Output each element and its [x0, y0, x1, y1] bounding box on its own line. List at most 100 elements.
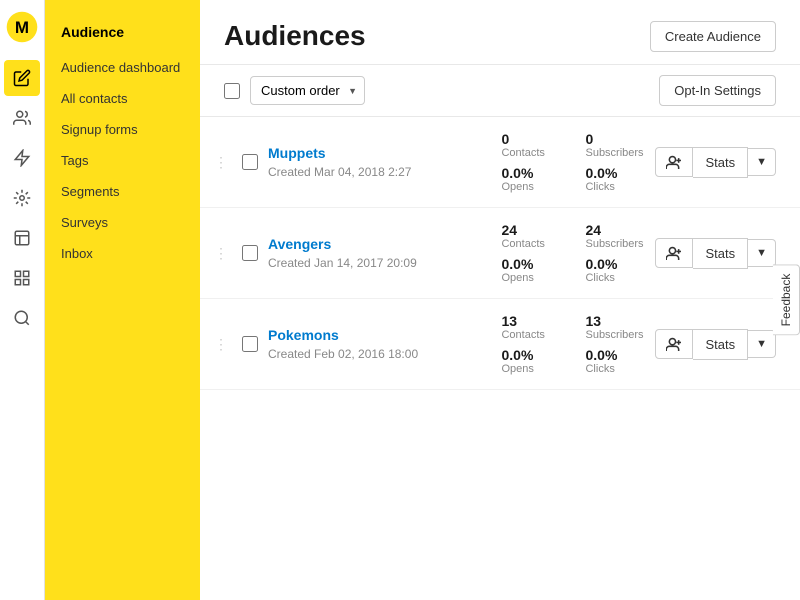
contacts-block-muppets: 0 Contacts 0.0% Opens [501, 131, 561, 193]
clicks-value: 0.0% [585, 165, 645, 181]
clicks-label: Clicks [585, 272, 645, 284]
feedback-tab[interactable]: Feedback [773, 265, 800, 336]
nav-title: Audience [45, 16, 200, 52]
nav-item-segments[interactable]: Segments [45, 176, 200, 207]
row-actions-muppets: Stats ▼ [655, 147, 776, 178]
audience-name-muppets[interactable]: Muppets [268, 145, 326, 161]
contacts-block-avengers: 24 Contacts 0.0% Opens [501, 222, 561, 284]
add-contact-button-avengers[interactable] [655, 238, 693, 268]
subscribers-stat: 13 Subscribers [585, 313, 645, 341]
nav-panel: Audience Audience dashboard All contacts… [45, 0, 200, 600]
audience-date-muppets: Created Mar 04, 2018 2:27 [268, 165, 475, 179]
clicks-stat: 0.0% Clicks [585, 165, 645, 193]
order-select[interactable]: Custom order [250, 76, 365, 105]
contacts-stat: 24 Contacts [501, 222, 561, 250]
opens-stat: 0.0% Opens [501, 256, 561, 284]
clicks-stat: 0.0% Clicks [585, 347, 645, 375]
audience-name-pokemons[interactable]: Pokemons [268, 327, 339, 343]
subscribers-label: Subscribers [585, 329, 645, 341]
add-contact-button-muppets[interactable] [655, 147, 693, 177]
stats-button-pokemons[interactable]: Stats [693, 329, 748, 360]
opens-stat: 0.0% Opens [501, 165, 561, 193]
subscribers-value: 24 [585, 222, 645, 238]
subscribers-block-muppets: 0 Subscribers 0.0% Clicks [585, 131, 645, 193]
stats-dropdown-muppets[interactable]: ▼ [748, 148, 776, 176]
nav-item-tags[interactable]: Tags [45, 145, 200, 176]
edit-icon[interactable] [4, 60, 40, 96]
opens-label: Opens [501, 181, 561, 193]
row-actions-avengers: Stats ▼ [655, 238, 776, 269]
audience-row: ⋮ Muppets Created Mar 04, 2018 2:27 0 Co… [200, 117, 800, 208]
add-contact-button-pokemons[interactable] [655, 329, 693, 359]
campaigns-icon[interactable] [4, 140, 40, 176]
opens-value: 0.0% [501, 256, 561, 272]
contacts-label: Contacts [501, 147, 561, 159]
row-info-pokemons: Pokemons Created Feb 02, 2016 18:00 [268, 327, 475, 361]
audience-row: ⋮ Pokemons Created Feb 02, 2016 18:00 13… [200, 299, 800, 390]
create-audience-button[interactable]: Create Audience [650, 21, 776, 52]
subscribers-stat: 0 Subscribers [585, 131, 645, 159]
stats-dropdown-pokemons[interactable]: ▼ [748, 330, 776, 358]
row-info-muppets: Muppets Created Mar 04, 2018 2:27 [268, 145, 475, 179]
row-info-avengers: Avengers Created Jan 14, 2017 20:09 [268, 236, 475, 270]
clicks-label: Clicks [585, 181, 645, 193]
opens-value: 0.0% [501, 347, 561, 363]
drag-handle[interactable]: ⋮ [210, 154, 232, 171]
nav-item-contacts[interactable]: All contacts [45, 83, 200, 114]
integrations-icon[interactable] [4, 260, 40, 296]
audience-name-avengers[interactable]: Avengers [268, 236, 331, 252]
toolbar-left: Custom order [224, 76, 365, 105]
contacts-icon[interactable] [4, 100, 40, 136]
row-checkbox-pokemons[interactable] [242, 336, 258, 352]
subscribers-label: Subscribers [585, 147, 645, 159]
select-all-checkbox[interactable] [224, 83, 240, 99]
contacts-stat: 0 Contacts [501, 131, 561, 159]
page-title: Audiences [224, 20, 366, 52]
opens-label: Opens [501, 272, 561, 284]
search-icon[interactable] [4, 300, 40, 336]
main-header: Audiences Create Audience [200, 0, 800, 65]
order-wrapper: Custom order [250, 76, 365, 105]
opens-stat: 0.0% Opens [501, 347, 561, 375]
audience-date-pokemons: Created Feb 02, 2016 18:00 [268, 347, 475, 361]
opens-label: Opens [501, 363, 561, 375]
audience-date-avengers: Created Jan 14, 2017 20:09 [268, 256, 475, 270]
stats-dropdown-avengers[interactable]: ▼ [748, 239, 776, 267]
contacts-stat: 13 Contacts [501, 313, 561, 341]
subscribers-block-pokemons: 13 Subscribers 0.0% Clicks [585, 313, 645, 375]
contacts-value: 13 [501, 313, 561, 329]
row-stats-avengers: 24 Contacts 0.0% Opens 24 Subscribers 0.… [501, 222, 645, 284]
row-stats-muppets: 0 Contacts 0.0% Opens 0 Subscribers 0.0% [501, 131, 645, 193]
nav-item-signup[interactable]: Signup forms [45, 114, 200, 145]
subscribers-value: 13 [585, 313, 645, 329]
nav-item-dashboard[interactable]: Audience dashboard [45, 52, 200, 83]
clicks-stat: 0.0% Clicks [585, 256, 645, 284]
audience-list: ⋮ Muppets Created Mar 04, 2018 2:27 0 Co… [200, 117, 800, 600]
audience-row: ⋮ Avengers Created Jan 14, 2017 20:09 24… [200, 208, 800, 299]
sidebar: M [0, 0, 45, 600]
stats-button-avengers[interactable]: Stats [693, 238, 748, 269]
row-checkbox-avengers[interactable] [242, 245, 258, 261]
contacts-value: 0 [501, 131, 561, 147]
nav-item-surveys[interactable]: Surveys [45, 207, 200, 238]
contacts-block-pokemons: 13 Contacts 0.0% Opens [501, 313, 561, 375]
subscribers-label: Subscribers [585, 238, 645, 250]
svg-text:M: M [15, 18, 29, 37]
main-content: Audiences Create Audience Custom order O… [200, 0, 800, 600]
contacts-label: Contacts [501, 238, 561, 250]
reports-icon[interactable] [4, 220, 40, 256]
mailchimp-logo[interactable]: M [5, 10, 39, 44]
automation-icon[interactable] [4, 180, 40, 216]
contacts-value: 24 [501, 222, 561, 238]
stats-button-muppets[interactable]: Stats [693, 147, 748, 178]
optin-settings-button[interactable]: Opt-In Settings [659, 75, 776, 106]
drag-handle[interactable]: ⋮ [210, 245, 232, 262]
opens-value: 0.0% [501, 165, 561, 181]
nav-item-inbox[interactable]: Inbox [45, 238, 200, 269]
drag-handle[interactable]: ⋮ [210, 336, 232, 353]
row-stats-pokemons: 13 Contacts 0.0% Opens 13 Subscribers 0.… [501, 313, 645, 375]
toolbar: Custom order Opt-In Settings [200, 65, 800, 117]
clicks-value: 0.0% [585, 347, 645, 363]
subscribers-stat: 24 Subscribers [585, 222, 645, 250]
row-checkbox-muppets[interactable] [242, 154, 258, 170]
